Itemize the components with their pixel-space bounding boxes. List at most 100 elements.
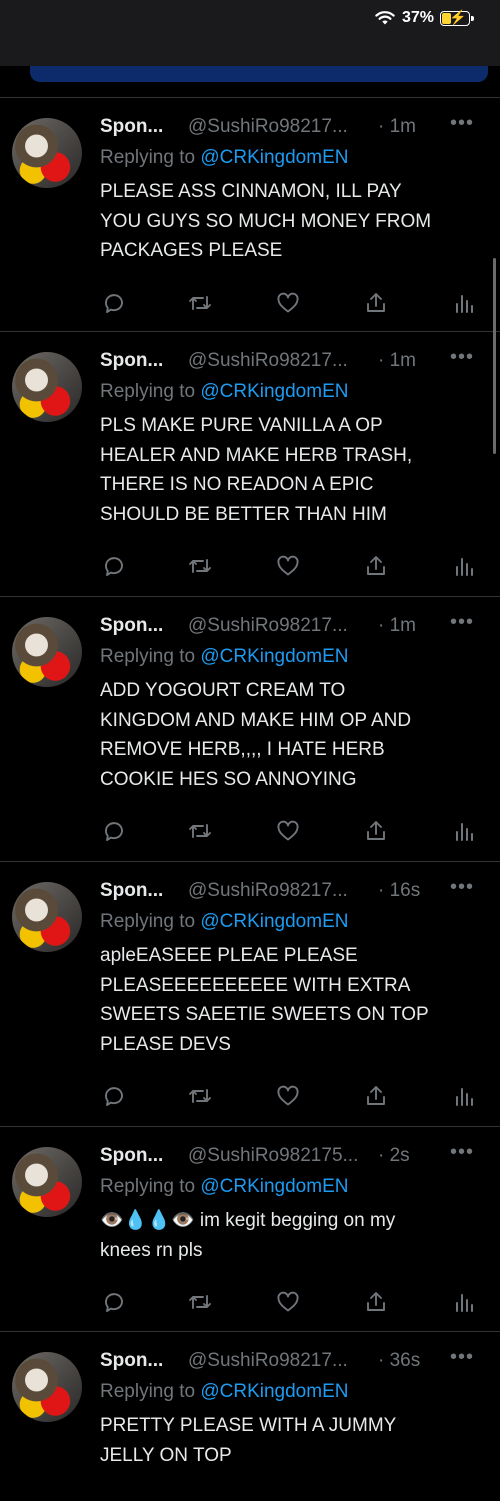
user-handle[interactable]: @SushiRo98217... [188, 350, 348, 372]
share-icon[interactable] [364, 1084, 390, 1110]
mention-link[interactable]: @CRKingdomEN [200, 147, 348, 168]
display-name[interactable]: Spon... [100, 880, 163, 902]
tweet-reply[interactable]: Spon... @SushiRo98217... · 36s ••• Reply… [0, 1331, 500, 1501]
mention-link[interactable]: @CRKingdomEN [200, 381, 348, 402]
user-handle[interactable]: @SushiRo98217... [188, 880, 348, 902]
like-icon[interactable] [276, 1084, 302, 1110]
analytics-icon[interactable] [452, 819, 478, 845]
display-name[interactable]: Spon... [100, 1145, 163, 1167]
like-icon[interactable] [276, 819, 302, 845]
more-options-icon[interactable]: ••• [450, 346, 474, 369]
reply-icon[interactable] [102, 1084, 128, 1110]
user-handle[interactable]: @SushiRo98217... [188, 1350, 348, 1372]
wifi-icon [375, 11, 395, 25]
replying-to: Replying to @CRKingdomEN [100, 911, 348, 933]
avatar[interactable] [12, 118, 82, 188]
tweet-actions [100, 554, 473, 580]
replying-label: Replying to [100, 1381, 201, 1402]
analytics-icon[interactable] [452, 554, 478, 580]
share-icon[interactable] [364, 1290, 390, 1316]
more-options-icon[interactable]: ••• [450, 112, 474, 135]
timestamp[interactable]: · 16s [378, 880, 420, 902]
avatar[interactable] [12, 617, 82, 687]
share-icon[interactable] [364, 291, 390, 317]
tweet-header: Spon... @SushiRo98217... · 36s ••• [100, 1346, 474, 1376]
timestamp[interactable]: · 1m [378, 350, 416, 372]
tweet-reply[interactable]: Spon... @SushiRo98217... · 1m ••• Replyi… [0, 596, 500, 861]
battery-icon: ⚡ [440, 8, 474, 26]
analytics-icon[interactable] [452, 291, 478, 317]
analytics-icon[interactable] [452, 1084, 478, 1110]
share-icon[interactable] [364, 554, 390, 580]
display-name[interactable]: Spon... [100, 350, 163, 372]
mention-link[interactable]: @CRKingdomEN [200, 646, 348, 667]
share-icon[interactable] [364, 819, 390, 845]
replying-label: Replying to [100, 381, 201, 402]
tweet-reply[interactable]: Spon... @SushiRo98217... · 1m ••• Replyi… [0, 331, 500, 596]
display-name[interactable]: Spon... [100, 615, 163, 637]
tweet-reply[interactable]: Spon... @SushiRo982175... · 2s ••• Reply… [0, 1126, 500, 1331]
battery-percent: 37% [401, 9, 434, 26]
avatar[interactable] [12, 1352, 82, 1422]
banner-edge [30, 66, 488, 82]
tweet-reply[interactable]: Spon... @SushiRo98217... · 1m ••• Replyi… [0, 97, 500, 331]
user-handle[interactable]: @SushiRo98217... [188, 116, 348, 138]
tweet-text: PRETTY PLEASE WITH A JUMMY JELLY ON TOP [100, 1415, 397, 1466]
like-icon[interactable] [276, 1290, 302, 1316]
replying-label: Replying to [100, 911, 201, 932]
user-handle[interactable]: @SushiRo982175... [188, 1145, 358, 1167]
replying-label: Replying to [100, 147, 201, 168]
mention-link[interactable]: @CRKingdomEN [200, 1381, 348, 1402]
reply-icon[interactable] [102, 819, 128, 845]
reply-icon[interactable] [102, 554, 128, 580]
display-name[interactable]: Spon... [100, 116, 163, 138]
tweet-header: Spon... @SushiRo98217... · 1m ••• [100, 346, 474, 376]
reply-icon[interactable] [102, 291, 128, 317]
replying-to: Replying to @CRKingdomEN [100, 1176, 348, 1198]
tweet-reply[interactable]: Spon... @SushiRo98217... · 16s ••• Reply… [0, 861, 500, 1126]
like-icon[interactable] [276, 291, 302, 317]
avatar[interactable] [12, 1147, 82, 1217]
tweet-actions [100, 291, 473, 317]
replying-label: Replying to [100, 646, 201, 667]
tweet-actions [100, 1290, 473, 1316]
mention-link[interactable]: @CRKingdomEN [200, 1176, 348, 1197]
status-bar: 37% ⚡ [0, 0, 500, 66]
user-handle[interactable]: @SushiRo98217... [188, 615, 348, 637]
like-icon[interactable] [276, 554, 302, 580]
tweet-actions [100, 819, 473, 845]
tweet-text: PLEASE ASS CINNAMON, ILL PAY YOU GUYS SO… [100, 181, 432, 261]
replying-label: Replying to [100, 1176, 201, 1197]
retweet-icon[interactable] [188, 819, 214, 845]
retweet-icon[interactable] [188, 1290, 214, 1316]
scroll-indicator[interactable] [493, 258, 496, 454]
charging-bolt-icon: ⚡ [449, 8, 467, 25]
more-options-icon[interactable]: ••• [450, 1346, 474, 1369]
tweet-text: PLS MAKE PURE VANILLA A OP HEALER AND MA… [100, 415, 413, 525]
reply-icon[interactable] [102, 1290, 128, 1316]
retweet-icon[interactable] [188, 291, 214, 317]
tweet-text: ADD YOGOURT CREAM TO KINGDOM AND MAKE HI… [100, 680, 412, 790]
tweet-text: 👁️💧💧👁️ im kegit begging on my knees rn p… [100, 1210, 396, 1261]
mention-link[interactable]: @CRKingdomEN [200, 911, 348, 932]
tweet-header: Spon... @SushiRo98217... · 1m ••• [100, 611, 474, 641]
tweet-text: apleEASEEE PLEAE PLEASE PLEASEEEEEEEEEE … [100, 945, 429, 1055]
replying-to: Replying to @CRKingdomEN [100, 646, 348, 668]
timestamp[interactable]: · 1m [378, 116, 416, 138]
timestamp[interactable]: · 2s [378, 1145, 410, 1167]
more-options-icon[interactable]: ••• [450, 611, 474, 634]
avatar[interactable] [12, 352, 82, 422]
timestamp[interactable]: · 1m [378, 615, 416, 637]
display-name[interactable]: Spon... [100, 1350, 163, 1372]
tweet-header: Spon... @SushiRo98217... · 1m ••• [100, 112, 474, 142]
timestamp[interactable]: · 36s [378, 1350, 420, 1372]
more-options-icon[interactable]: ••• [450, 1141, 474, 1164]
retweet-icon[interactable] [188, 1084, 214, 1110]
avatar[interactable] [12, 882, 82, 952]
analytics-icon[interactable] [452, 1290, 478, 1316]
tweet-header: Spon... @SushiRo98217... · 16s ••• [100, 876, 474, 906]
more-options-icon[interactable]: ••• [450, 876, 474, 899]
retweet-icon[interactable] [188, 554, 214, 580]
replying-to: Replying to @CRKingdomEN [100, 147, 348, 169]
status-indicators: 37% ⚡ [374, 6, 474, 30]
